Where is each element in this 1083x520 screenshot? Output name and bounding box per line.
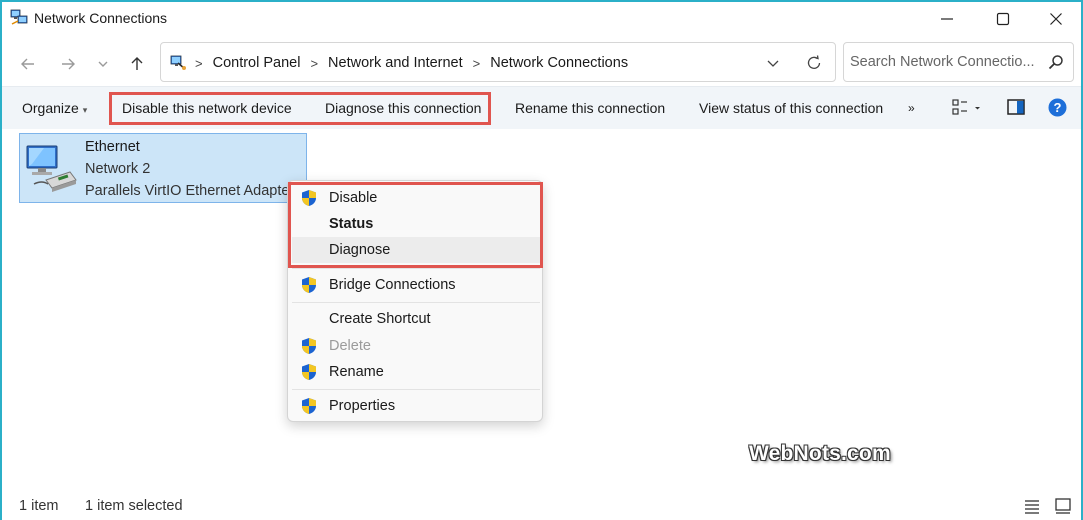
help-icon[interactable]: ? [1048,98,1067,117]
connection-name: Ethernet [85,139,140,155]
forward-button[interactable] [56,52,80,76]
menu-item-rename[interactable]: Rename [292,359,540,385]
svg-text:?: ? [1054,100,1062,115]
title-bar: Network Connections [2,2,1081,35]
network-adapter-icon [26,145,77,192]
menu-item-properties[interactable]: Properties [292,393,540,419]
menu-item-delete: Delete [292,333,540,359]
view-status-button[interactable]: View status of this connection [699,100,883,116]
minimize-icon [941,17,953,20]
item-count: 1 item [19,498,59,514]
explorer-window: Network Connections > Control Panel > Ne… [0,0,1083,520]
breadcrumb: > Control Panel > Network and Internet >… [193,55,636,71]
control-panel-icon [170,55,186,70]
arrow-up-icon [131,57,143,70]
search-box[interactable] [843,42,1074,82]
menu-item-label: Delete [329,338,371,354]
selection-count: 1 item selected [85,498,183,514]
menu-item-label: Create Shortcut [329,311,431,327]
breadcrumb-separator: > [472,55,481,71]
large-icons-view-icon[interactable] [1054,497,1072,515]
arrow-left-icon [21,58,34,70]
adapter-name: Parallels VirtIO Ethernet Adapter [85,183,295,199]
menu-item-label: Rename [329,364,384,380]
caret-down-icon: ▾ [82,105,88,115]
search-input[interactable] [850,51,1040,73]
breadcrumb-control-panel[interactable]: Control Panel [213,55,301,71]
watermark: WebNots.com [749,442,891,465]
menu-item-label: Bridge Connections [329,277,456,293]
chevron-down-icon [98,61,108,67]
ethernet-connection-item[interactable]: Ethernet Network 2 Parallels VirtIO Ethe… [19,133,307,203]
shield-icon [302,364,316,380]
shield-icon [302,338,316,354]
diagnose-connection-button[interactable]: Diagnose this connection [325,100,481,116]
maximize-icon [996,12,1010,25]
up-button[interactable] [125,52,149,76]
breadcrumb-network-and-internet[interactable]: Network and Internet [328,55,463,71]
minimize-button[interactable] [924,2,970,35]
close-icon [1050,12,1062,25]
organize-label: Organize [22,100,79,116]
search-icon[interactable] [1048,54,1064,70]
menu-separator [292,268,540,269]
breadcrumb-network-connections[interactable]: Network Connections [490,55,628,71]
menu-item-bridge-connections[interactable]: Bridge Connections [292,272,540,298]
network-connections-icon [10,9,28,25]
menu-separator [292,389,540,390]
status-bar: 1 item 1 item selected [2,489,1081,520]
command-bar: Organize ▾ Disable this network device D… [2,86,1081,129]
navigation-bar: > Control Panel > Network and Internet >… [2,38,1081,86]
network-name: Network 2 [85,161,151,177]
shield-icon [302,398,316,414]
arrow-right-icon [62,58,75,70]
disable-device-button[interactable]: Disable this network device [122,100,292,116]
maximize-button[interactable] [980,2,1026,35]
menu-item-label: Properties [329,398,396,414]
back-button[interactable] [16,52,40,76]
breadcrumb-separator: > [310,55,319,71]
refresh-icon[interactable] [805,54,823,72]
change-view-icon[interactable] [952,98,982,118]
breadcrumb-separator: > [195,55,203,71]
chevron-down-icon[interactable] [765,55,781,71]
preview-pane-icon[interactable] [1007,98,1025,116]
recent-locations-button[interactable] [91,52,115,76]
details-view-icon[interactable] [1023,497,1041,515]
menu-item-create-shortcut[interactable]: Create Shortcut [292,306,540,332]
menu-separator [292,302,540,303]
close-button[interactable] [1033,2,1079,35]
more-commands-button[interactable]: » [908,101,915,115]
shield-icon [302,277,316,293]
rename-connection-button[interactable]: Rename this connection [515,100,665,116]
organize-button[interactable]: Organize ▾ [22,100,87,116]
address-bar[interactable]: > Control Panel > Network and Internet >… [160,42,836,82]
window-title: Network Connections [34,10,168,26]
highlight-box [288,182,543,268]
